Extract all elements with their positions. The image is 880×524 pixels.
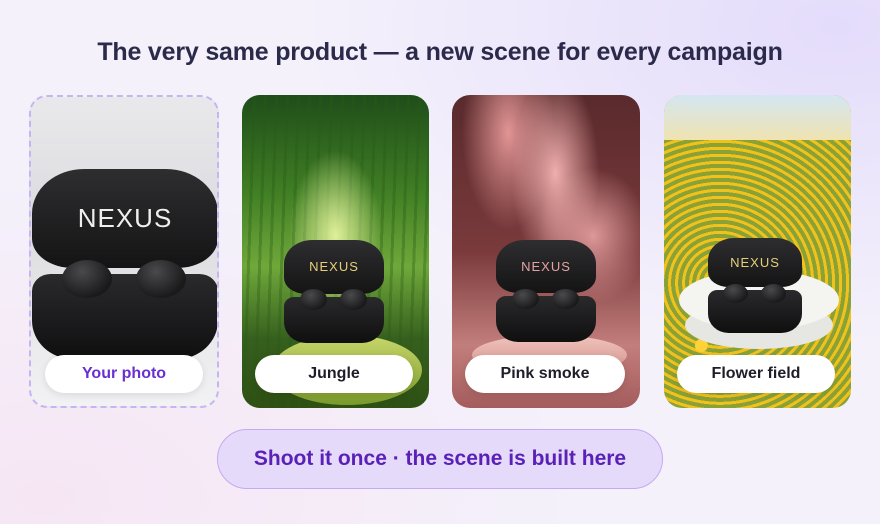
earbuds-case-image: NEXUS xyxy=(496,240,596,342)
card-label-flower-field: Flower field xyxy=(677,355,835,393)
headline: The very same product — a new scene for … xyxy=(97,38,783,66)
brand-logo: NEXUS xyxy=(730,255,780,271)
earbuds-case-image: NEXUS xyxy=(708,238,802,333)
brand-logo: NEXUS xyxy=(77,202,173,233)
earbuds-case-image: NEXUS xyxy=(32,169,217,359)
earbuds-case-image: NEXUS xyxy=(284,240,384,343)
brand-logo: NEXUS xyxy=(309,259,359,275)
cta-button[interactable]: Shoot it once · the scene is built here xyxy=(217,429,663,489)
card-label-your-photo: Your photo xyxy=(45,355,203,393)
card-label-jungle: Jungle xyxy=(255,355,413,393)
brand-logo: NEXUS xyxy=(521,259,571,275)
card-label-pink-smoke: Pink smoke xyxy=(465,355,625,393)
